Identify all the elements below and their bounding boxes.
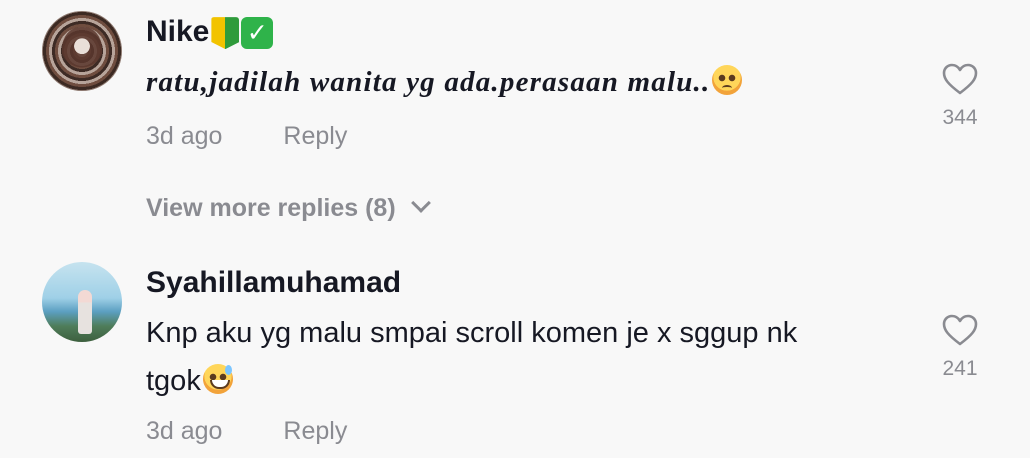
comment-timestamp: 3d ago — [146, 417, 223, 445]
comment-text-line-2: tgok — [146, 365, 201, 397]
comment-text: Knp aku yg malu smpai scroll komen je x … — [146, 309, 797, 405]
heart-outline-icon[interactable] — [941, 313, 979, 347]
like-count: 241 — [942, 357, 978, 380]
comment-text-line-1: Knp aku yg malu smpai scroll komen je x … — [146, 317, 798, 349]
reply-button[interactable]: Reply — [283, 417, 347, 445]
comment-item: Syahillamuhamad Knp aku yg malu smpai sc… — [0, 0, 1030, 458]
grinning-sweat-emoji-icon — [202, 364, 233, 394]
avatar[interactable] — [42, 262, 122, 342]
comment-meta: 3d ago Reply — [146, 417, 347, 446]
comment-username[interactable]: Syahillamuhamad — [146, 266, 401, 300]
like-control: 241 — [936, 313, 984, 381]
avatar-person — [78, 290, 92, 334]
username-text[interactable]: Syahillamuhamad — [146, 266, 401, 299]
